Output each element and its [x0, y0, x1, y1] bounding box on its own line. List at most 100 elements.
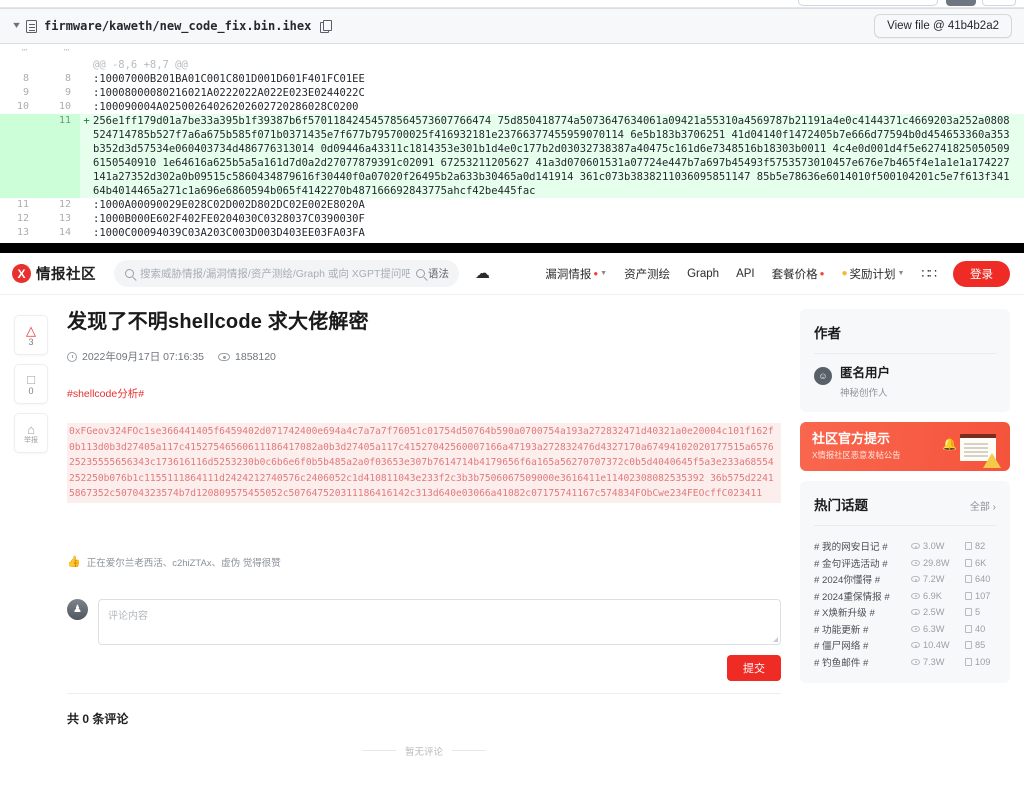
topic-name: # X焕新升级 #	[814, 608, 875, 620]
site-brand[interactable]: X 情报社区	[12, 263, 96, 284]
post-date: 2022年09月17日 07:16:35	[67, 349, 204, 364]
topic-item[interactable]: # 金句评选活动 # 29.8W 6K	[814, 555, 996, 572]
topic-name: # 2024重保情报 #	[814, 591, 890, 603]
diff-row: 8 8:10007000B201BA01C001C801D001D601F401F…	[0, 72, 1024, 86]
post-likers-text: 正在爱尔兰老西活、c2hiZTAx、虚伪 觉得很赞	[86, 557, 281, 569]
diff-line-number-new: 13	[38, 212, 80, 226]
nav-item-漏洞情报[interactable]: 漏洞情报 ● ▼	[545, 266, 607, 282]
topic-posts-value: 82	[975, 541, 986, 552]
page-content: △ 3 □ 0 ⌂ 举报 发现了不明shellcode 求大佬解密 2022年09月17日…	[0, 295, 1024, 785]
topic-views-value: 7.2W	[923, 574, 945, 585]
topic-posts-value: 640	[975, 574, 991, 585]
login-button[interactable]: 登录	[953, 260, 1010, 287]
diff-line-number-new: 8	[38, 72, 80, 86]
author-card-title: 作者	[814, 326, 841, 341]
document-icon	[965, 624, 972, 633]
thumbs-up-icon: △	[26, 322, 36, 338]
diff-viewer-panel: ▾ firmware/kaweth/new_code_fix.bin.ihex …	[0, 0, 1024, 243]
diff-marker	[80, 58, 93, 72]
partial-toolbar-input[interactable]	[798, 0, 938, 6]
comment-count: 共 0 条评论	[67, 711, 129, 726]
topic-item[interactable]: # X焕新升级 # 2.5W 5	[814, 604, 996, 621]
notice-illustration: 🔔	[940, 426, 1002, 468]
comment-icon: □	[27, 371, 35, 387]
search-syntax-button[interactable]: 语法	[416, 266, 449, 281]
upload-cloud-icon[interactable]: ☁	[475, 266, 490, 281]
post-views: 1858120	[218, 351, 276, 363]
diff-marker	[80, 72, 93, 86]
diff-marker	[80, 240, 93, 243]
diff-body: ⋯ ⋯ @@ -8,6 +8,7 @@ 8 8:10007000B201BA01C001…	[0, 44, 1024, 243]
nav-item-资产测绘[interactable]: 资产测绘	[624, 266, 670, 282]
notice-subtitle: X情报社区恶意发帖公告	[812, 450, 901, 461]
search-input[interactable]: 搜索威胁情报/漏洞情报/资产测绘/Graph 或向 XGPT提问吧~ 语法	[114, 260, 459, 287]
topic-views: 6.3W	[911, 624, 965, 634]
diff-line-number-old: ⋯	[0, 240, 38, 243]
eye-icon	[911, 576, 920, 583]
clock-icon	[67, 351, 77, 362]
comment-input[interactable]: 评论内容	[98, 598, 781, 645]
diff-code-text: :1000A00090029E028C02D002D802DC02E002E80…	[93, 199, 365, 211]
nav-menu: 漏洞情报 ● ▼ 资产测绘 Graph API 套餐价格 ● ● 奖励计划 ▼ ∷∷ 登录	[545, 260, 1010, 287]
divider-left	[361, 750, 396, 751]
divider-right	[452, 750, 486, 751]
diff-line-number-new: ⋯	[38, 240, 80, 243]
topic-name: # 2024你懂得 #	[814, 575, 881, 587]
topic-views-value: 7.3W	[923, 656, 945, 667]
topic-item[interactable]: # 2024你懂得 # 7.2W 640	[814, 571, 996, 588]
partial-toolbar-button[interactable]	[946, 0, 976, 6]
apps-grid-icon[interactable]: ∷∷	[921, 266, 937, 282]
diff-row: 11 12:1000A00090029E028C02D002D802DC02E00…	[0, 198, 1024, 212]
topic-item[interactable]: # 钓鱼邮件 # 7.3W 109	[814, 654, 996, 671]
diff-line-number-new: 14	[38, 226, 80, 240]
thumbs-up-button[interactable]: △ 3	[14, 315, 48, 355]
hot-topics-list: # 我的网安日记 # 3.0W 82 # 金句评选活动 # 29.8W 6K # 2024你…	[814, 538, 996, 670]
alarm-report-icon: ⌂	[27, 421, 35, 437]
document-icon	[965, 608, 972, 617]
site-navbar: X 情报社区 搜索威胁情报/漏洞情报/资产测绘/Graph 或向 XGPT提问吧…	[0, 253, 1024, 295]
diff-row: 11 +256e1ff179d01a7be33a395b1f39387b6f570…	[0, 114, 1024, 198]
chevron-down-icon[interactable]: ▾	[13, 21, 20, 31]
post-tag[interactable]: #shellcode分析#	[67, 386, 781, 401]
nav-item-label: 漏洞情报	[545, 268, 592, 281]
nav-item-套餐价格[interactable]: 套餐价格 ●	[772, 266, 825, 282]
topic-posts: 85	[965, 640, 985, 650]
nav-item-奖励计划[interactable]: ● 奖励计划 ▼	[841, 266, 904, 282]
view-file-button[interactable]: View file @ 41b4b2a2	[874, 14, 1012, 38]
topic-posts: 109	[965, 657, 990, 667]
topic-views: 2.5W	[911, 607, 965, 617]
topic-item[interactable]: # 我的网安日记 # 3.0W 82	[814, 538, 996, 555]
topic-posts: 82	[965, 541, 985, 551]
topic-item[interactable]: # 功能更新 # 6.3W 40	[814, 621, 996, 638]
topic-item[interactable]: # 2024重保情报 # 6.9K 107	[814, 588, 996, 605]
chevron-right-icon: ›	[992, 502, 996, 513]
community-site: X 情报社区 搜索威胁情报/漏洞情报/资产测绘/Graph 或向 XGPT提问吧…	[0, 253, 1024, 785]
topic-item[interactable]: # 僵尸网络 # 10.4W 85	[814, 637, 996, 654]
comment-button[interactable]: □ 0	[14, 364, 48, 404]
diff-line-number-new: 10	[38, 100, 80, 114]
topic-posts: 107	[965, 591, 990, 601]
divider	[814, 525, 996, 526]
diff-code-text: :100090004A02500264026202602720286028C02…	[93, 101, 359, 113]
topic-posts: 6K	[965, 558, 986, 568]
diff-code-text: :10008000080216021A0222022A022E023E02440…	[93, 87, 365, 99]
post-shellcode-body: 0xFGeov324FOc1se366441405f6459402d071742…	[67, 423, 781, 503]
nav-item-Graph[interactable]: Graph	[687, 268, 719, 280]
file-icon	[26, 19, 38, 33]
nav-item-API[interactable]: API	[736, 268, 755, 280]
alarm-report-button[interactable]: ⌂ 举报	[14, 413, 48, 453]
official-notice-banner[interactable]: 社区官方提示 X情报社区恶意发帖公告 🔔	[800, 422, 1010, 471]
diff-line-number-old: ⋯	[0, 44, 38, 58]
eye-icon	[911, 592, 920, 599]
diff-row: ⋯⋯	[0, 240, 1024, 243]
diff-code-text	[93, 44, 1024, 58]
partial-toolbar-icon-button[interactable]	[982, 0, 1016, 6]
eye-icon	[911, 658, 920, 665]
submit-button[interactable]: 提交	[727, 654, 781, 681]
copy-icon[interactable]	[320, 20, 333, 33]
brand-name: 情报社区	[36, 267, 96, 283]
diff-code-text: 256e1ff179d01a7be33a395b1f39387b6f570118…	[93, 115, 1010, 197]
topic-views: 29.8W	[911, 558, 965, 568]
author-row[interactable]: ☺ 匿名用户 神秘创作人	[814, 366, 996, 399]
hot-topics-view-all[interactable]: 全部 ›	[970, 498, 996, 513]
